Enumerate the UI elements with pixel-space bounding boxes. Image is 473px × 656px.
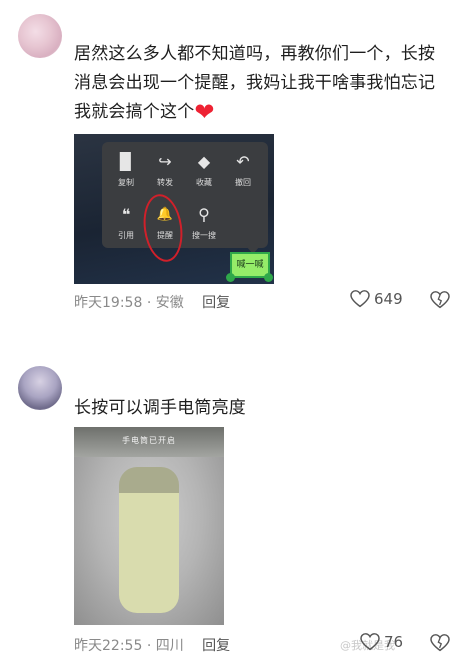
comment-time: 昨天22:55 xyxy=(74,638,143,654)
comment-text: 居然这么多人都不知道吗，再教你们一个，长按 消息会出现一个提醒，我妈让我干啥事我… xyxy=(74,40,464,127)
search-icon: ⚲ xyxy=(198,205,210,224)
brightness-slider-fill xyxy=(119,493,179,613)
comment-line: 我就会搞个这个❤ xyxy=(74,98,464,127)
screen-top-bar: 手电筒已开启 xyxy=(74,427,224,457)
reply-button[interactable]: 回复 xyxy=(202,295,230,311)
avatar[interactable] xyxy=(18,14,62,58)
broken-heart-icon xyxy=(430,291,450,309)
chat-bubble-text: 喊一喊 xyxy=(236,260,264,270)
menu-item-search[interactable]: ⚲ 搜一搜 xyxy=(181,204,227,241)
selection-handle-right[interactable] xyxy=(264,273,273,282)
reply-button[interactable]: 回复 xyxy=(202,638,230,654)
comment-line: 居然这么多人都不知道吗，再教你们一个，长按 xyxy=(74,44,436,64)
heart-outline-icon xyxy=(350,290,370,308)
flashlight-status-text: 手电筒已开启 xyxy=(122,436,176,445)
selection-handle-left[interactable] xyxy=(226,273,235,282)
like-count: 649 xyxy=(374,290,403,308)
broken-heart-icon xyxy=(430,634,450,652)
comment-location: 四川 xyxy=(155,638,184,654)
heart-emoji-icon: ❤ xyxy=(194,98,215,126)
like-button[interactable]: 76 xyxy=(360,633,403,651)
dislike-button[interactable] xyxy=(430,291,450,313)
screenshot-image[interactable]: ▉ 复制 ↪ 转发 ◆ 收藏 ↶ 撤回 ❝ 引用 🔔 提醒 ⚲ 搜一搜 喊一喊 xyxy=(74,134,274,284)
flashlight-screenshot[interactable]: 手电筒已开启 xyxy=(74,427,224,625)
dislike-button[interactable] xyxy=(430,634,450,656)
comment-text: 长按可以调手电筒亮度 xyxy=(74,398,246,418)
heart-outline-icon xyxy=(360,633,380,651)
separator: · xyxy=(146,295,156,311)
avatar[interactable] xyxy=(18,366,62,410)
comment-meta: 昨天19:58 · 安徽 回复 xyxy=(74,292,230,312)
undo-icon: ↶ xyxy=(236,152,250,171)
like-count: 76 xyxy=(384,633,404,651)
menu-item-undo[interactable]: ↶ 撤回 xyxy=(220,151,266,188)
comment-meta: 昨天22:55 · 四川 回复 xyxy=(74,635,230,655)
brightness-slider[interactable] xyxy=(119,467,179,613)
separator: · xyxy=(146,638,156,654)
like-button[interactable]: 649 xyxy=(350,290,403,308)
comment-line-text: 我就会搞个这个 xyxy=(74,102,195,122)
comment-location: 安徽 xyxy=(155,295,184,311)
comment-time: 昨天19:58 xyxy=(74,295,143,311)
comment-line: 消息会出现一个提醒，我妈让我干啥事我怕忘记 xyxy=(74,73,436,93)
